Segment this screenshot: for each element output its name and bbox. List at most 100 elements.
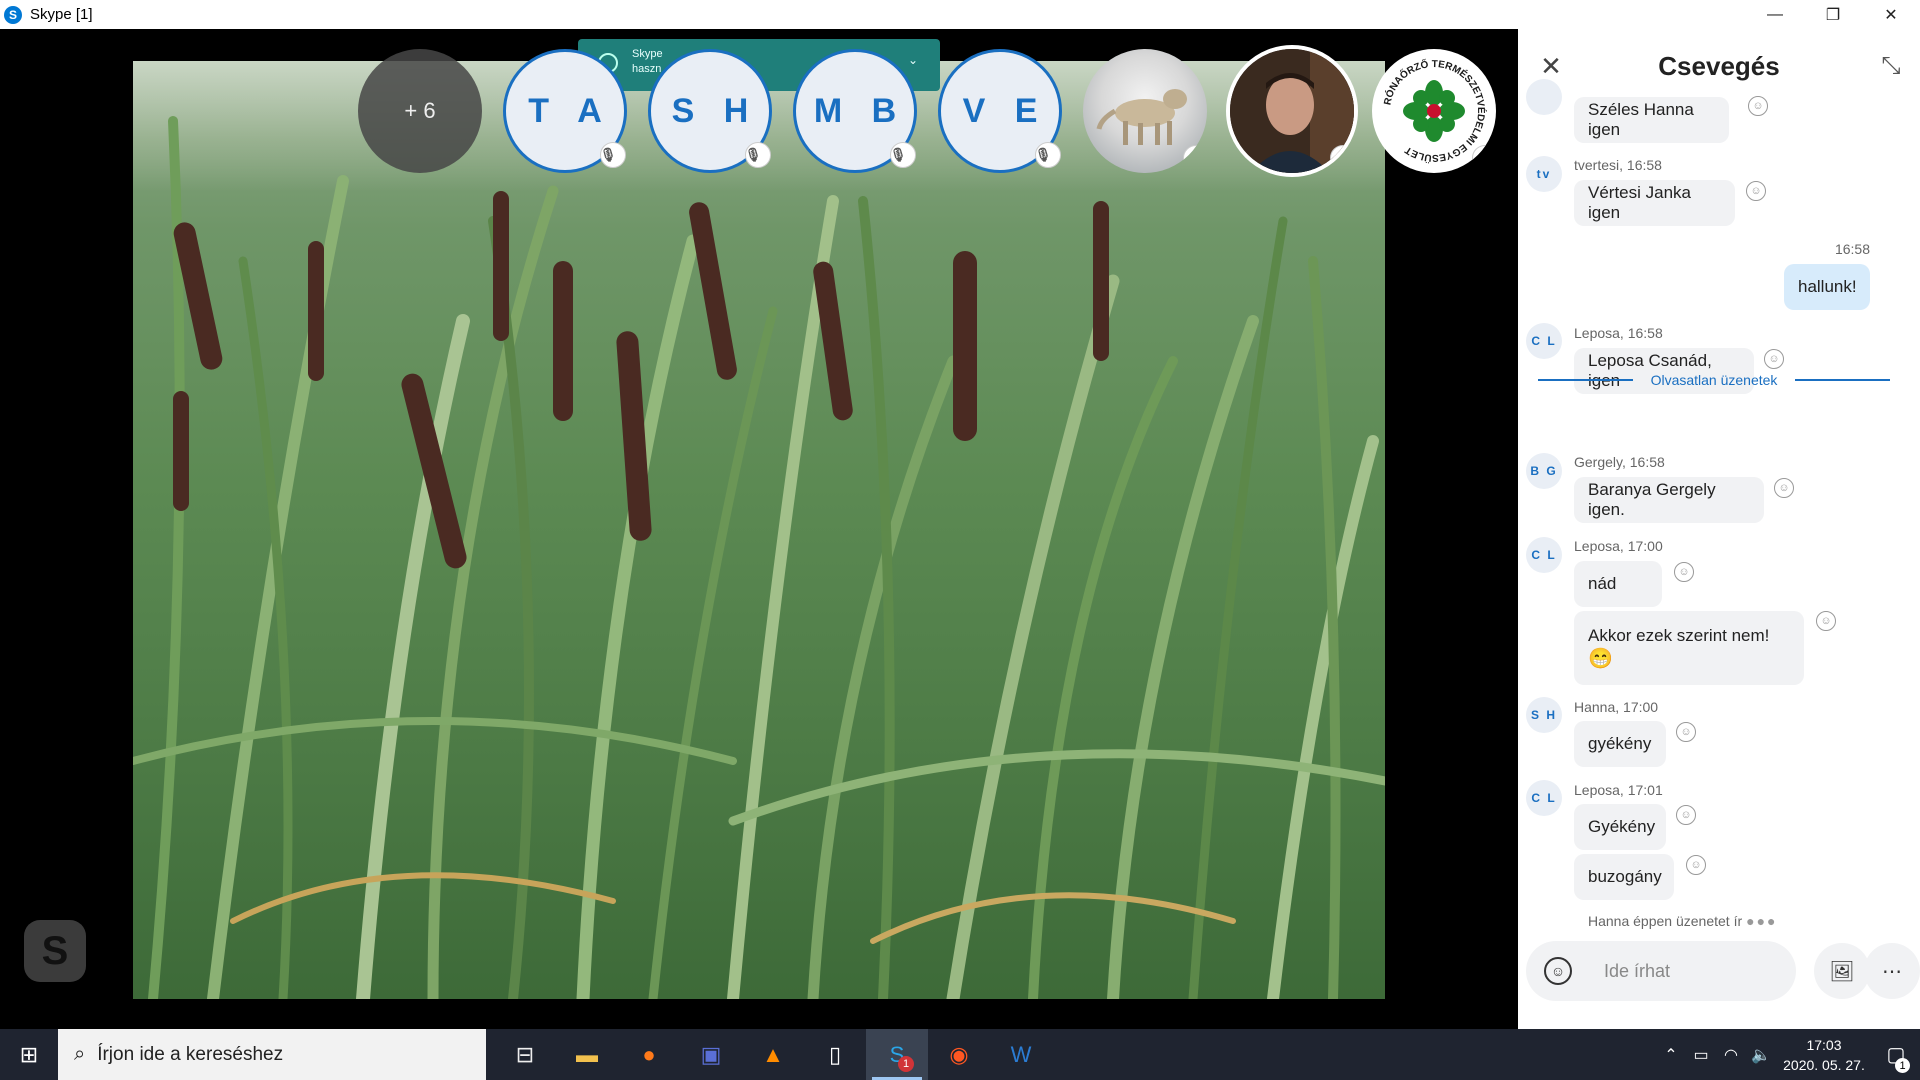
message-bubble[interactable]: buzogány — [1574, 854, 1674, 900]
message-composer[interactable]: ☺ Ide írhat — [1526, 941, 1796, 1001]
participant-initials: V E — [962, 91, 1048, 130]
message-bubble[interactable]: Gyékény — [1574, 804, 1666, 850]
message-input[interactable]: Ide írhat — [1604, 961, 1670, 982]
window-title: Skype [1] — [30, 6, 93, 23]
participant-initials: S H — [671, 91, 759, 130]
reaction-icon[interactable]: ☺ — [1748, 96, 1768, 116]
sender-avatar: tv — [1526, 156, 1562, 192]
call-area: Skype haszn ⌄ + 6 T A 🎙 S H 🎙 M B 🎙 V E … — [0, 29, 1518, 1029]
word-icon[interactable]: W — [990, 1029, 1052, 1080]
skype-floating-icon[interactable]: S — [24, 920, 86, 982]
mic-off-icon: 🎙 — [890, 142, 916, 168]
typing-text: Hanna éppen üzenetet ír — [1588, 913, 1743, 929]
participant-avatar[interactable]: M B 🎙 — [793, 49, 917, 173]
search-placeholder: Írjon ide a kereséshez — [97, 1043, 284, 1065]
participant-avatar[interactable]: T A 🎙 — [503, 49, 627, 173]
own-message-time: 16:58 — [1834, 241, 1870, 257]
task-view-icon[interactable]: ⊟ — [494, 1029, 556, 1080]
volume-icon[interactable]: 🔈 — [1746, 1045, 1776, 1065]
reaction-icon[interactable]: ☺ — [1676, 805, 1696, 825]
message-meta: Leposa, 17:01 — [1574, 782, 1663, 798]
more-participants-button[interactable]: + 6 — [358, 49, 482, 173]
message-text: Akkor ezek szerint nem! — [1588, 625, 1770, 645]
message-bubble[interactable]: Széles Hanna igen — [1574, 97, 1729, 143]
title-bar: S Skype [1] — ❐ ✕ — [0, 0, 1920, 29]
participant-self-video[interactable]: ⧉ — [1226, 45, 1358, 177]
message-bubble[interactable]: Baranya Gergely igen. — [1574, 477, 1764, 523]
clock-date: 2020. 05. 27. — [1783, 1056, 1865, 1073]
message-bubble[interactable]: nád — [1574, 561, 1662, 607]
wifi-icon[interactable]: ◠ — [1716, 1045, 1746, 1065]
unread-divider: Olvasatlan üzenetek — [1538, 372, 1891, 388]
recorder-app-icon[interactable]: ◉ — [928, 1029, 990, 1080]
typing-indicator: Hanna éppen üzenetet ír ●●● — [1588, 913, 1778, 929]
sender-avatar: B G — [1526, 453, 1562, 489]
participant-organization-logo[interactable]: RÓNAŐRZŐ TERMÉSZETVÉDELMI EGYESÜLET 🎙 — [1372, 49, 1496, 173]
chevron-down-icon[interactable]: ⌄ — [908, 53, 918, 68]
mic-off-icon: 🎙 — [745, 142, 771, 168]
mic-off-icon: 🎙 — [1472, 145, 1496, 171]
message-bubble[interactable]: gyékény — [1574, 721, 1666, 767]
battery-icon[interactable]: ▭ — [1686, 1045, 1716, 1065]
reaction-icon[interactable]: ☺ — [1674, 562, 1694, 582]
mic-off-icon: 🎙 — [1183, 145, 1207, 171]
participant-photo-wolf[interactable]: 🎙 — [1083, 49, 1207, 173]
message-list: Széles Hanna igen ☺ tv tvertesi, 16:58 V… — [1518, 79, 1920, 959]
expand-icon[interactable]: ⤡ — [1876, 51, 1906, 81]
participant-avatar[interactable]: V E 🎙 — [938, 49, 1062, 173]
sender-avatar: C L — [1526, 537, 1562, 573]
message-meta: Leposa, 17:00 — [1574, 538, 1663, 554]
more-icon: ⋯ — [1882, 960, 1902, 983]
mic-off-icon: 🎙 — [1035, 142, 1061, 168]
cattail-scene — [133, 116, 1385, 999]
emoji-icon[interactable]: ☺ — [1544, 957, 1572, 985]
sender-avatar: C L — [1526, 323, 1562, 359]
message-bubble[interactable]: Vértesi Janka igen — [1574, 180, 1735, 226]
chat-header: ✕ Csevegés ⤡ — [1518, 29, 1920, 99]
more-options-button[interactable]: ⋯ — [1864, 943, 1920, 999]
participant-initials: T A — [528, 91, 612, 130]
popout-icon[interactable]: ⧉ — [1330, 145, 1354, 171]
skype-badge: 1 — [898, 1056, 914, 1072]
participant-avatar[interactable]: S H 🎙 — [648, 49, 772, 173]
action-center-icon[interactable]: ▢ 1 — [1872, 1042, 1920, 1073]
document-icon[interactable]: ▯ — [804, 1029, 866, 1080]
clock[interactable]: 17:03 2020. 05. 27. — [1776, 1035, 1872, 1075]
reaction-icon[interactable]: ☺ — [1746, 181, 1766, 201]
notification-count: 1 — [1895, 1058, 1910, 1073]
restore-button[interactable]: ❐ — [1804, 0, 1862, 29]
own-message-bubble[interactable]: hallunk! — [1784, 264, 1870, 310]
sender-avatar — [1526, 79, 1562, 115]
search-icon: ⌕ — [74, 1043, 86, 1065]
system-tray: ⌃ ▭ ◠ 🔈 17:03 2020. 05. 27. ▢ 1 — [1656, 1029, 1920, 1080]
save-app-icon[interactable]: ▣ — [680, 1029, 742, 1080]
vlc-icon[interactable]: ▲ — [742, 1029, 804, 1080]
typing-dots-icon: ●●● — [1746, 913, 1778, 929]
clock-time: 17:03 — [1806, 1036, 1842, 1053]
message-meta: Gergely, 16:58 — [1574, 454, 1665, 470]
participant-initials: M B — [813, 91, 907, 130]
taskbar-search[interactable]: ⌕ Írjon ide a kereséshez — [58, 1029, 486, 1080]
chat-panel: ✕ Csevegés ⤡ Széles Hanna igen ☺ tv tver… — [1518, 29, 1920, 1029]
shared-video — [133, 61, 1385, 999]
gallery-button[interactable]: 🖼 — [1814, 943, 1870, 999]
mic-off-icon: 🎙 — [600, 142, 626, 168]
chat-title: Csevegés — [1658, 51, 1780, 81]
message-bubble[interactable]: Akkor ezek szerint nem! 😁 — [1574, 611, 1804, 685]
chevron-up-icon[interactable]: ⌃ — [1656, 1045, 1686, 1065]
firefox-icon[interactable]: ● — [618, 1029, 680, 1080]
skype-taskbar-icon[interactable]: S 1 — [866, 1029, 928, 1080]
close-button[interactable]: ✕ — [1862, 0, 1920, 29]
file-explorer-icon[interactable]: ▬ — [556, 1029, 618, 1080]
message-meta: Leposa, 16:58 — [1574, 325, 1663, 341]
skype-icon: S — [4, 5, 22, 24]
reaction-icon[interactable]: ☺ — [1764, 349, 1784, 369]
reaction-icon[interactable]: ☺ — [1816, 611, 1836, 631]
reaction-icon[interactable]: ☺ — [1774, 478, 1794, 498]
message-meta: tvertesi, 16:58 — [1574, 157, 1662, 173]
minimize-button[interactable]: — — [1746, 0, 1804, 29]
taskbar: ⊞ ⌕ Írjon ide a kereséshez ⊟ ▬ ● ▣ ▲ ▯ S… — [0, 1029, 1920, 1080]
reaction-icon[interactable]: ☺ — [1686, 855, 1706, 875]
reaction-icon[interactable]: ☺ — [1676, 722, 1696, 742]
windows-start-icon[interactable]: ⊞ — [0, 1029, 58, 1080]
